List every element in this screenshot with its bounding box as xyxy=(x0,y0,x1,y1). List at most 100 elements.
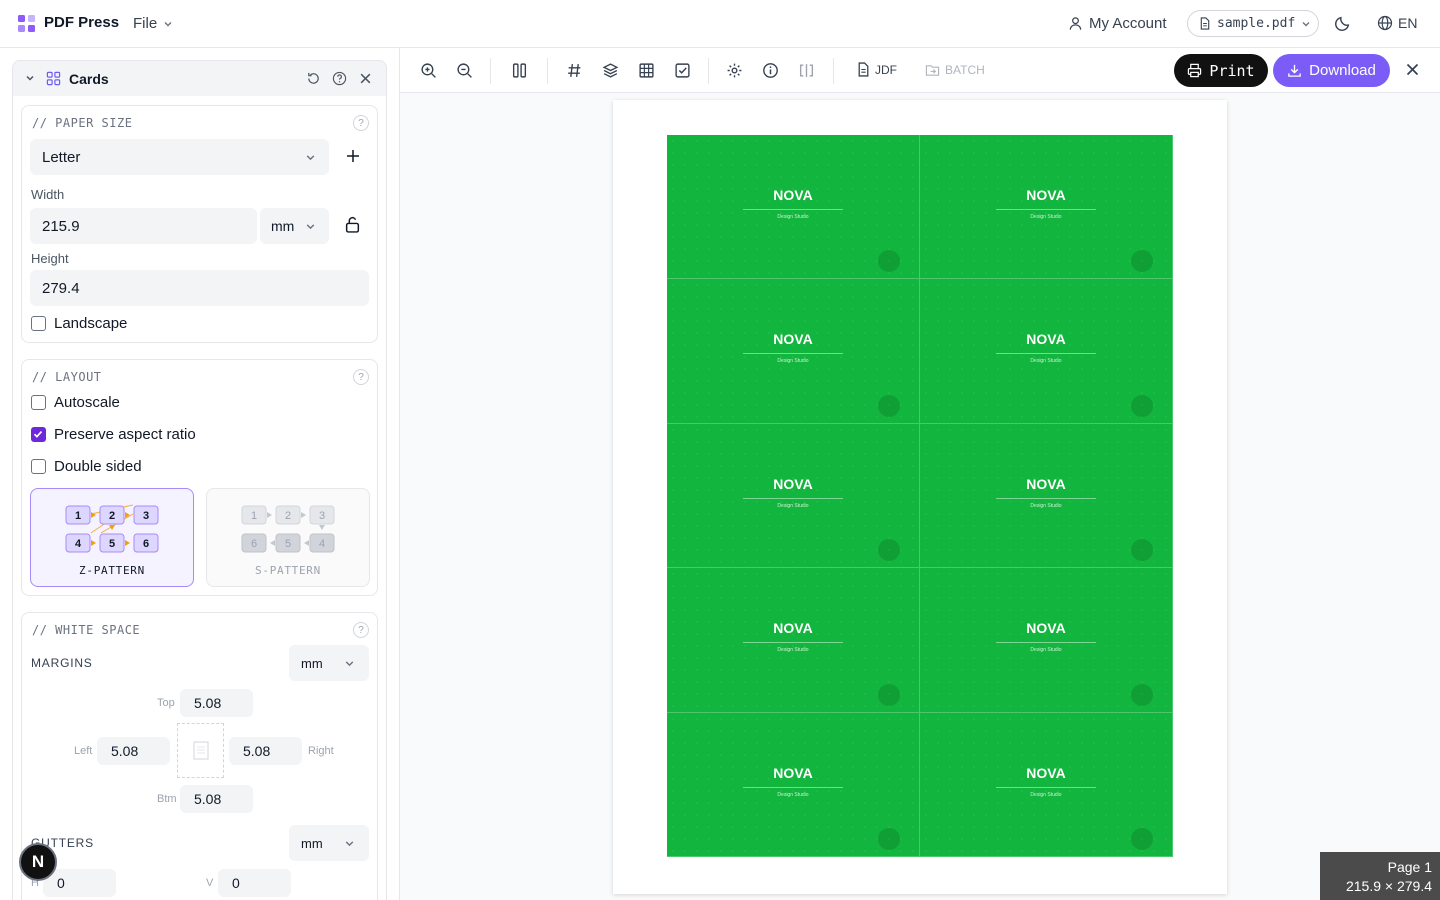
white-space-section: // WHITE SPACE ? MARGINS mm Top 5.08 Lef… xyxy=(21,612,378,900)
width-input[interactable]: 215.9 xyxy=(30,208,257,244)
close-icon[interactable] xyxy=(359,72,372,85)
card-divider xyxy=(743,497,843,499)
language-selector[interactable]: EN xyxy=(1377,15,1417,31)
toolbar-divider xyxy=(833,58,834,84)
zoom-in-icon[interactable] xyxy=(420,62,437,79)
card-divider xyxy=(743,642,843,644)
business-card: NOVA Design Studio xyxy=(667,135,920,280)
help-icon[interactable] xyxy=(332,71,347,86)
gutter-v-input[interactable]: 0 xyxy=(218,869,291,897)
paper-size-select[interactable]: Letter xyxy=(30,139,329,175)
z-pattern-option[interactable]: 1 2 3 4 5 6 Z-PATTERN xyxy=(30,488,194,587)
gear-icon[interactable] xyxy=(726,62,743,79)
chevron-down-icon xyxy=(344,658,355,669)
gutter-h-input[interactable]: 0 xyxy=(43,869,116,897)
batch-button[interactable]: BATCH xyxy=(925,62,985,77)
card-brand: NOVA xyxy=(773,620,813,637)
svg-text:3: 3 xyxy=(143,510,149,522)
landscape-checkbox[interactable] xyxy=(31,316,46,331)
reset-icon[interactable] xyxy=(306,71,321,86)
app-title: PDF Press xyxy=(44,14,120,31)
file-selector[interactable]: sample.pdf xyxy=(1187,10,1319,37)
zoom-out-icon[interactable] xyxy=(456,62,473,79)
chevron-down-icon[interactable] xyxy=(25,73,35,83)
card-emblem xyxy=(878,827,900,850)
business-card: NOVA Design Studio xyxy=(667,279,920,424)
svg-text:5: 5 xyxy=(109,538,115,550)
margin-left-input[interactable]: 5.08 xyxy=(97,737,170,765)
grid-icon xyxy=(46,71,61,86)
left-label: Left xyxy=(74,745,93,757)
moon-icon[interactable] xyxy=(1334,15,1351,32)
panel-title: Cards xyxy=(69,71,109,87)
top-label: Top xyxy=(157,697,175,709)
card-divider xyxy=(743,353,843,355)
card-divider xyxy=(996,353,1096,355)
print-button[interactable]: Print xyxy=(1174,54,1268,87)
unit-value: mm xyxy=(301,835,323,851)
section-title: // LAYOUT xyxy=(32,370,102,384)
download-label: Download xyxy=(1309,62,1376,79)
card-brand: NOVA xyxy=(1026,187,1066,203)
split-view-icon[interactable] xyxy=(798,62,815,79)
preserve-aspect-checkbox[interactable] xyxy=(31,427,46,442)
width-unit-select[interactable]: mm xyxy=(260,208,329,244)
chevron-down-icon xyxy=(344,838,355,849)
height-input[interactable]: 279.4 xyxy=(30,270,369,306)
business-card: NOVA Design Studio xyxy=(667,712,920,857)
jdf-button[interactable]: JDF xyxy=(857,62,897,77)
file-name: sample.pdf xyxy=(1217,16,1296,31)
business-card: NOVA Design Studio xyxy=(920,423,1173,569)
autoscale-checkbox[interactable] xyxy=(31,395,46,410)
top-bar: PDF Press File My Account sample.pdf EN xyxy=(0,0,1440,48)
page-preview-icon xyxy=(177,723,224,778)
card-divider xyxy=(743,786,843,788)
card-brand: NOVA xyxy=(773,331,813,348)
card-emblem xyxy=(1131,250,1153,273)
s-pattern-label: S-PATTERN xyxy=(255,564,321,577)
margins-label: MARGINS xyxy=(31,656,93,670)
help-icon[interactable]: ? xyxy=(353,369,369,385)
columns-icon[interactable] xyxy=(511,62,528,79)
svg-text:4: 4 xyxy=(319,538,325,550)
page-info: Page 1 215.9 × 279.4 xyxy=(1320,852,1440,900)
margin-top-input[interactable]: 5.08 xyxy=(180,689,253,717)
card-divider xyxy=(996,497,1096,499)
globe-icon xyxy=(1377,15,1393,31)
margin-right-input[interactable]: 5.08 xyxy=(229,737,302,765)
card-divider xyxy=(996,642,1096,644)
cards-panel-header[interactable]: Cards xyxy=(12,60,387,96)
landscape-label: Landscape xyxy=(54,315,128,332)
svg-text:1: 1 xyxy=(251,510,257,522)
close-icon[interactable] xyxy=(1405,62,1420,77)
document-icon xyxy=(857,62,870,77)
card-brand: NOVA xyxy=(773,475,813,492)
margin-bottom-input[interactable]: 5.08 xyxy=(180,785,253,813)
hash-icon[interactable] xyxy=(566,62,583,79)
table-icon[interactable] xyxy=(638,62,655,79)
unlock-icon[interactable] xyxy=(345,216,360,233)
card-brand: NOVA xyxy=(1026,331,1066,348)
floating-n-button[interactable]: N xyxy=(19,843,57,881)
card-emblem xyxy=(1131,827,1153,850)
download-button[interactable]: Download xyxy=(1273,54,1390,87)
plus-icon[interactable] xyxy=(346,149,360,163)
gutters-unit-select[interactable]: mm xyxy=(289,825,369,861)
document-icon xyxy=(1199,17,1211,30)
page-dimensions: 215.9 × 279.4 xyxy=(1345,878,1432,894)
s-pattern-option[interactable]: 1 2 3 6 5 4 S-PATTERN xyxy=(206,488,370,587)
layers-icon[interactable] xyxy=(602,62,619,79)
card-tagline: Design Studio xyxy=(777,647,809,654)
paper-size-section: // PAPER SIZE ? Letter Width 215.9 mm He… xyxy=(21,105,378,343)
info-icon[interactable] xyxy=(762,62,779,79)
checkbox-icon[interactable] xyxy=(674,62,691,79)
help-icon[interactable]: ? xyxy=(353,115,369,131)
width-label: Width xyxy=(31,187,65,202)
card-tagline: Design Studio xyxy=(1030,502,1062,509)
card-tagline: Design Studio xyxy=(777,502,809,509)
margins-unit-select[interactable]: mm xyxy=(289,645,369,681)
my-account-button[interactable]: My Account xyxy=(1068,15,1167,32)
file-menu[interactable]: File xyxy=(133,15,173,32)
help-icon[interactable]: ? xyxy=(353,622,369,638)
double-sided-checkbox[interactable] xyxy=(31,459,46,474)
